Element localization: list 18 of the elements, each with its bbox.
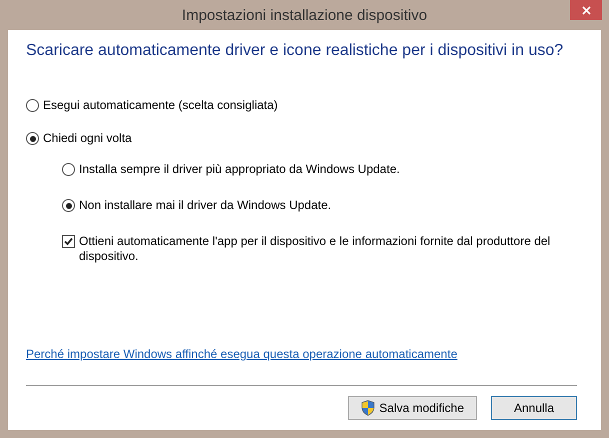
window-title: Impostazioni installazione dispositivo xyxy=(182,6,428,24)
option-label: Esegui automaticamente (scelta consigliata) xyxy=(43,98,278,113)
checkbox[interactable] xyxy=(62,235,75,248)
radio-button[interactable] xyxy=(62,163,75,176)
help-link[interactable]: Perché impostare Windows affinché esegua questa operazione automaticamente xyxy=(26,347,458,361)
option-label: Chiedi ogni volta xyxy=(43,131,132,146)
option-label: Non installare mai il driver da Windows Update. xyxy=(79,198,332,213)
shield-icon xyxy=(361,400,376,416)
radio-button[interactable] xyxy=(26,132,39,145)
option-label: Installa sempre il driver più appropriato da Windows Update. xyxy=(79,162,400,177)
radio-button[interactable] xyxy=(26,99,39,112)
option-label: Ottieni automaticamente l'app per il dispositivo e le informazioni fornite dal produttore del dispositivo. xyxy=(79,234,552,264)
dialog-heading: Scaricare automaticamente driver e icone realistiche per i dispositivi in uso? xyxy=(26,42,564,60)
close-icon xyxy=(582,6,590,14)
close-button[interactable] xyxy=(570,0,602,20)
save-button[interactable]: Salva modifiche xyxy=(348,396,477,420)
radio-button[interactable] xyxy=(62,199,75,212)
cancel-button[interactable]: Annulla xyxy=(491,396,577,420)
